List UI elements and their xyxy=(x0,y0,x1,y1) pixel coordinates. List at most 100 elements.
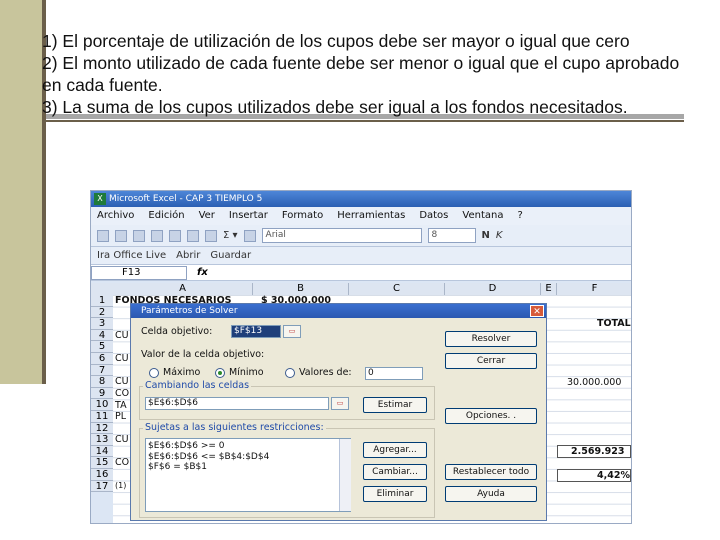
min-radio[interactable] xyxy=(215,368,225,378)
sum-icon[interactable]: Σ ▾ xyxy=(223,230,238,241)
row-header[interactable]: 3 xyxy=(91,318,113,330)
constraints-label: Sujetas a las siguientes restricciones: xyxy=(143,422,326,433)
row-header[interactable]: 8 xyxy=(91,376,113,388)
cell-a4[interactable]: CU xyxy=(115,330,129,341)
slide-divider-dark xyxy=(46,120,684,122)
print-icon[interactable] xyxy=(151,229,163,242)
row-header[interactable]: 6 xyxy=(91,353,113,365)
close-button[interactable]: Cerrar xyxy=(445,353,537,369)
open-button[interactable]: Abrir xyxy=(176,250,200,261)
row-header[interactable]: 16 xyxy=(91,469,113,481)
row-header[interactable]: 9 xyxy=(91,388,113,400)
cell-f15[interactable]: 4,42% xyxy=(597,470,630,481)
open-icon[interactable] xyxy=(115,229,127,242)
max-label: Máximo xyxy=(163,367,201,378)
rule-2: 2) El monto utilizado de cada fuente deb… xyxy=(42,53,680,95)
constraints-list[interactable]: $E$6:$D$6 >= 0 $E$6:$D$6 <= $B$4:$D$4 $F… xyxy=(145,438,351,512)
menu-ayuda[interactable]: ? xyxy=(517,207,522,225)
menu-datos[interactable]: Datos xyxy=(419,207,448,225)
rule-3: 3) La suma de los cupos utilizados debe … xyxy=(42,97,628,117)
solver-titlebar: Parámetros de Solver ✕ xyxy=(131,304,546,318)
new-icon[interactable] xyxy=(97,229,109,242)
cell-a16[interactable]: (1) xyxy=(115,481,126,490)
paste-icon[interactable] xyxy=(205,229,217,242)
menu-ventana[interactable]: Ventana xyxy=(462,207,503,225)
collapse-dialog-icon[interactable]: ▭ xyxy=(283,325,301,338)
office-live-toolbar: Ira Office Live Abrir Guardar xyxy=(91,247,631,265)
font-size-combo[interactable]: 8 xyxy=(427,228,476,243)
target-cell-input[interactable]: $F$13 xyxy=(231,325,281,338)
collapse-dialog-icon[interactable]: ▭ xyxy=(331,397,349,410)
row-header[interactable]: 5 xyxy=(91,341,113,353)
constraint-item[interactable]: $E$6:$D$6 >= 0 xyxy=(148,441,348,452)
menu-archivo[interactable]: Archivo xyxy=(97,207,134,225)
reset-all-button[interactable]: Restablecer todo xyxy=(445,464,537,480)
italic-icon[interactable]: K xyxy=(496,230,503,241)
row-header[interactable]: 15 xyxy=(91,457,113,469)
cell-a15[interactable]: CO xyxy=(115,457,129,468)
constraint-item[interactable]: $F$6 = $B$1 xyxy=(148,462,348,473)
value-label: Valor de la celda objetivo: xyxy=(141,349,265,360)
undo-icon[interactable] xyxy=(187,229,199,242)
row-header[interactable]: 10 xyxy=(91,399,113,411)
menu-herramientas[interactable]: Herramientas xyxy=(337,207,405,225)
cell-f13[interactable]: 2.569.923 xyxy=(571,446,625,457)
changing-cells-input[interactable]: $E$6:$D$6 xyxy=(145,397,329,410)
standard-toolbar: Σ ▾ Arial 8 N K xyxy=(91,225,631,247)
values-input[interactable]: 0 xyxy=(365,367,423,380)
sort-icon[interactable] xyxy=(243,229,256,242)
guess-button[interactable]: Estimar xyxy=(363,397,427,413)
cell-a8[interactable]: CU xyxy=(115,376,129,387)
office-live-button[interactable]: Ira Office Live xyxy=(97,250,166,261)
cell-f8[interactable]: 30.000.000 xyxy=(567,377,621,388)
menu-formato[interactable]: Formato xyxy=(282,207,323,225)
bold-icon[interactable]: N xyxy=(482,230,490,241)
col-a[interactable]: A xyxy=(113,283,253,295)
col-e[interactable]: E xyxy=(541,283,557,295)
add-button[interactable]: Agregar... xyxy=(363,442,427,458)
font-name-combo[interactable]: Arial xyxy=(261,228,422,243)
cell-f3[interactable]: TOTAL xyxy=(597,318,631,329)
slide-text: 1) El porcentaje de utilización de los c… xyxy=(42,30,702,118)
cell-a13[interactable]: CU xyxy=(115,434,129,445)
row-header[interactable]: 1 xyxy=(91,295,113,307)
rule-1: 1) El porcentaje de utilización de los c… xyxy=(42,31,630,51)
row-header[interactable]: 12 xyxy=(91,423,113,435)
cell-a10[interactable]: TA xyxy=(115,400,127,411)
row-header[interactable]: 13 xyxy=(91,434,113,446)
help-button[interactable]: Ayuda xyxy=(445,486,537,502)
target-label: Celda objetivo: xyxy=(141,326,213,337)
cell-a6[interactable]: CU xyxy=(115,353,129,364)
solve-button[interactable]: Resolver xyxy=(445,331,537,347)
cell-a9[interactable]: CO xyxy=(115,388,129,399)
options-button[interactable]: Opciones. . xyxy=(445,408,537,424)
col-d[interactable]: D xyxy=(445,283,541,295)
constraint-item[interactable]: $E$6:$D$6 <= $B$4:$D$4 xyxy=(148,452,348,463)
col-c[interactable]: C xyxy=(349,283,445,295)
col-f[interactable]: F xyxy=(557,283,631,295)
change-button[interactable]: Cambiar... xyxy=(363,464,427,480)
excel-menubar: Archivo Edición Ver Insertar Formato Her… xyxy=(91,207,631,225)
excel-icon: X xyxy=(94,193,106,205)
menu-insertar[interactable]: Insertar xyxy=(229,207,268,225)
close-icon[interactable]: ✕ xyxy=(530,305,544,317)
menu-edicion[interactable]: Edición xyxy=(148,207,184,225)
row-header[interactable]: 4 xyxy=(91,330,113,342)
max-radio[interactable] xyxy=(149,368,159,378)
row-header[interactable]: 7 xyxy=(91,365,113,377)
row-header[interactable]: 14 xyxy=(91,446,113,458)
values-radio[interactable] xyxy=(285,368,295,378)
name-box[interactable]: F13 xyxy=(91,265,187,280)
delete-button[interactable]: Eliminar xyxy=(363,486,427,502)
fx-icon[interactable]: fx xyxy=(197,267,208,278)
preview-icon[interactable] xyxy=(169,229,181,242)
menu-ver[interactable]: Ver xyxy=(199,207,215,225)
save-icon[interactable] xyxy=(133,229,145,242)
row-header[interactable]: 2 xyxy=(91,307,113,319)
save-button[interactable]: Guardar xyxy=(210,250,251,261)
cell-a11[interactable]: PL xyxy=(115,411,126,422)
row-header[interactable]: 17 xyxy=(91,481,113,493)
col-b[interactable]: B xyxy=(253,283,349,295)
row-header[interactable]: 11 xyxy=(91,411,113,423)
constraints-scrollbar[interactable] xyxy=(339,439,351,511)
